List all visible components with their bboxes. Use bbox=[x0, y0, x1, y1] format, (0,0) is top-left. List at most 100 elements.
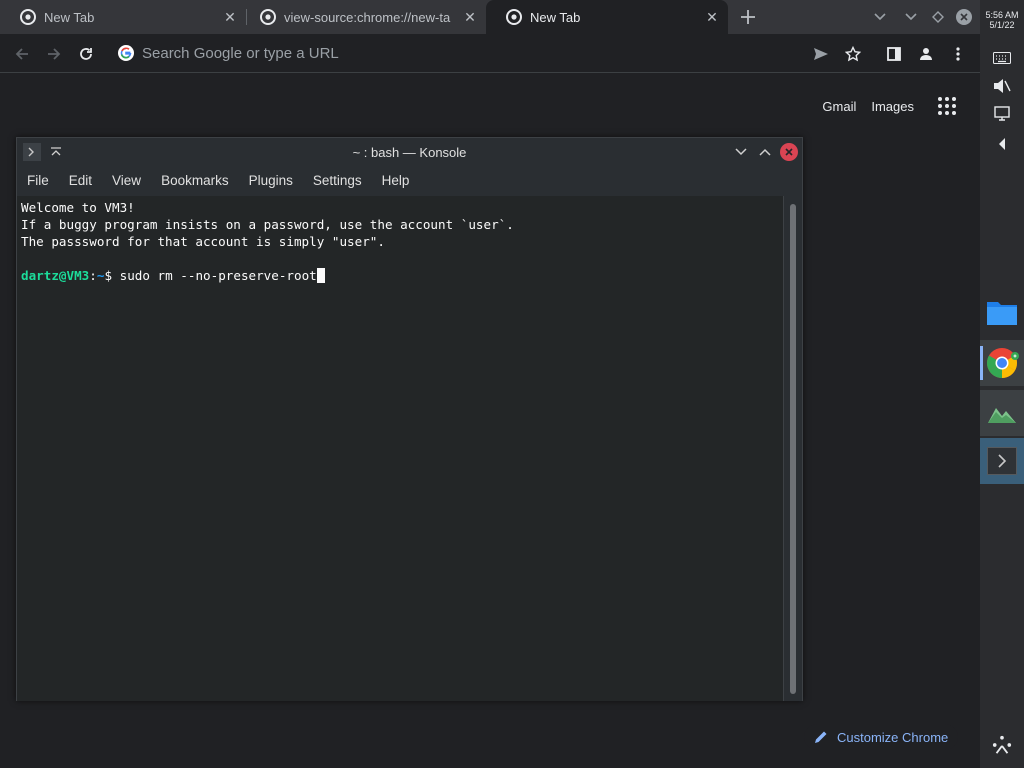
keep-above-icon bbox=[51, 147, 61, 156]
tab-new-tab-1[interactable]: New Tab ✕ bbox=[0, 0, 246, 34]
tab-close-icon[interactable]: ✕ bbox=[702, 7, 722, 27]
tab-title: New Tab bbox=[530, 9, 581, 25]
window-close-button[interactable] bbox=[954, 7, 974, 27]
konsole-menubar: File Edit View Bookmarks Plugins Setting… bbox=[17, 166, 802, 196]
gmail-link[interactable]: Gmail bbox=[822, 99, 856, 114]
images-link[interactable]: Images bbox=[871, 99, 914, 114]
terminal-scrollbar[interactable] bbox=[783, 196, 802, 701]
diamond-icon bbox=[932, 11, 944, 23]
tab-new-tab-active[interactable]: New Tab ✕ bbox=[486, 0, 728, 34]
prompt-symbol: $ bbox=[104, 268, 113, 283]
chevron-down-icon bbox=[905, 13, 917, 21]
konsole-maximize-button[interactable] bbox=[755, 142, 775, 162]
google-apps-icon[interactable] bbox=[938, 97, 956, 115]
tab-close-icon[interactable]: ✕ bbox=[220, 7, 240, 27]
konsole-titlebar[interactable]: ~ : bash — Konsole bbox=[17, 138, 802, 166]
scrollbar-thumb[interactable] bbox=[790, 204, 796, 694]
side-panel-icon bbox=[887, 47, 901, 61]
close-circle-icon bbox=[956, 9, 972, 25]
gallery-app-button[interactable] bbox=[980, 390, 1024, 436]
tab-view-source[interactable]: view-source:chrome://new-ta ✕ bbox=[240, 0, 486, 34]
new-tab-button[interactable] bbox=[736, 5, 760, 29]
tab-strip: New Tab ✕ view-source:chrome://new-ta ✕ … bbox=[0, 0, 980, 34]
close-icon bbox=[785, 148, 793, 156]
omnibox-input[interactable] bbox=[142, 44, 742, 62]
more-vert-icon bbox=[956, 47, 960, 61]
send-icon bbox=[814, 48, 828, 60]
back-button[interactable] bbox=[9, 41, 35, 67]
launcher-icon[interactable] bbox=[992, 735, 1012, 755]
terminal-line: The passsword for that account is simply… bbox=[21, 234, 385, 249]
chrome-menu-button[interactable] bbox=[945, 41, 971, 67]
tab-close-icon[interactable]: ✕ bbox=[460, 7, 480, 27]
terminal-prompt-line: dartz@VM3:~$ sudo rm --no-preserve-root bbox=[21, 267, 784, 284]
prompt-command: sudo rm --no-preserve-root bbox=[119, 268, 317, 283]
terminal-output[interactable]: Welcome to VM3! If a buggy program insis… bbox=[17, 196, 784, 701]
maximize-button[interactable] bbox=[928, 7, 948, 27]
konsole-minimize-button[interactable] bbox=[731, 142, 751, 162]
profile-button[interactable] bbox=[913, 41, 939, 67]
chevron-up-icon bbox=[759, 148, 771, 156]
bookmark-button[interactable] bbox=[840, 41, 866, 67]
konsole-window: ~ : bash — Konsole File Edit View Bookma… bbox=[16, 137, 803, 701]
ntp-header-links: Gmail Images bbox=[807, 97, 956, 115]
konsole-app-button[interactable] bbox=[980, 438, 1024, 484]
chevron-down-icon bbox=[735, 148, 747, 156]
customize-chrome-button[interactable]: Customize Chrome bbox=[804, 724, 959, 750]
side-panel-button[interactable] bbox=[881, 41, 907, 67]
keyboard-icon[interactable] bbox=[992, 48, 1012, 68]
konsole-close-button[interactable] bbox=[780, 143, 798, 161]
tab-title: view-source:chrome://new-ta bbox=[284, 9, 451, 25]
omnibox[interactable] bbox=[110, 38, 800, 68]
plus-icon bbox=[741, 10, 755, 24]
chrome-favicon-icon bbox=[260, 9, 276, 25]
prompt-user-host: dartz@VM3 bbox=[21, 268, 90, 283]
chrome-favicon-icon bbox=[506, 9, 522, 25]
image-mountain-icon bbox=[988, 408, 1016, 423]
keep-above-button[interactable] bbox=[47, 143, 65, 161]
volume-muted-icon[interactable] bbox=[992, 76, 1012, 96]
konsole-window-title: ~ : bash — Konsole bbox=[352, 144, 467, 160]
clock-date: 5/1/22 bbox=[989, 20, 1015, 30]
chrome-app-button[interactable] bbox=[980, 340, 1024, 386]
prompt-separator: : bbox=[89, 268, 97, 283]
folder-icon bbox=[987, 302, 1017, 325]
browser-toolbar bbox=[0, 34, 980, 73]
collapse-left-icon[interactable] bbox=[992, 134, 1012, 154]
menu-help[interactable]: Help bbox=[372, 166, 420, 196]
tab-title: New Tab bbox=[44, 9, 95, 25]
star-icon bbox=[845, 46, 861, 62]
tab-search-button[interactable] bbox=[870, 7, 890, 27]
reload-button[interactable] bbox=[73, 41, 99, 67]
terminal-line: Welcome to VM3! bbox=[21, 200, 135, 215]
clock-time: 5:56 AM bbox=[985, 10, 1019, 20]
customize-chrome-label: Customize Chrome bbox=[837, 729, 949, 745]
terminal-icon bbox=[987, 447, 1017, 475]
person-icon bbox=[920, 48, 932, 60]
google-g-icon bbox=[118, 45, 134, 61]
terminal-line: If a buggy program insists on a password… bbox=[21, 217, 514, 232]
menu-edit[interactable]: Edit bbox=[59, 166, 102, 196]
menu-view[interactable]: View bbox=[102, 166, 151, 196]
menu-plugins[interactable]: Plugins bbox=[239, 166, 303, 196]
menu-file[interactable]: File bbox=[17, 166, 59, 196]
display-icon[interactable] bbox=[992, 104, 1012, 124]
files-app-button[interactable] bbox=[980, 290, 1024, 336]
menu-settings[interactable]: Settings bbox=[303, 166, 372, 196]
terminal-cursor bbox=[316, 268, 325, 283]
status-clock[interactable]: 5:56 AM 5/1/22 bbox=[980, 10, 1024, 30]
chrome-favicon-icon bbox=[20, 9, 36, 25]
menu-bookmarks[interactable]: Bookmarks bbox=[151, 166, 239, 196]
arrow-right-icon bbox=[48, 48, 61, 60]
chrome-icon bbox=[986, 348, 1019, 378]
forward-button[interactable] bbox=[41, 41, 67, 67]
reload-icon bbox=[80, 48, 92, 60]
konsole-app-icon[interactable] bbox=[23, 143, 41, 161]
minimize-button[interactable] bbox=[901, 7, 921, 27]
system-shelf: 5:56 AM 5/1/22 bbox=[980, 0, 1024, 768]
arrow-left-icon bbox=[15, 48, 28, 60]
send-tab-button[interactable] bbox=[808, 41, 834, 67]
active-indicator bbox=[980, 346, 983, 380]
chevron-down-icon bbox=[874, 13, 886, 21]
